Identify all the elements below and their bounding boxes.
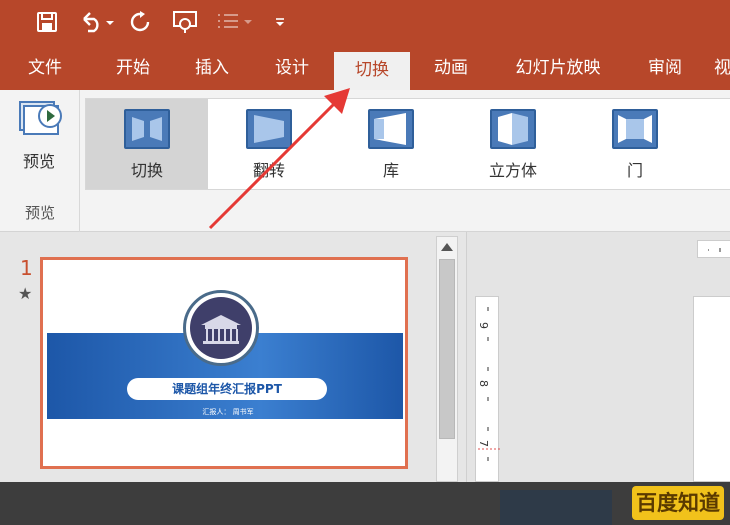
transition-cube[interactable]: 立方体: [452, 99, 574, 189]
present-icon[interactable]: [170, 6, 200, 38]
transition-cube-icon: [490, 109, 536, 149]
preview-button[interactable]: 预览: [10, 96, 68, 186]
list-icon[interactable]: [214, 6, 258, 38]
slide-number: 1: [20, 256, 33, 280]
slide-reporter: 汇报人： 周书军: [202, 408, 254, 416]
university-logo-icon: [183, 290, 259, 366]
tab-review[interactable]: 审阅: [630, 46, 700, 90]
status-bar: 百度知道: [0, 482, 730, 525]
vertical-ruler: 9 8 7: [475, 296, 500, 482]
quick-access-toolbar: [0, 0, 730, 46]
ruler-number: 7: [477, 440, 490, 447]
customize-icon[interactable]: [270, 6, 290, 38]
preview-group: 预览 预览: [0, 90, 80, 232]
tab-home[interactable]: 开始: [96, 46, 170, 90]
tab-transitions[interactable]: 切换: [334, 52, 410, 90]
slide-thumbnail-pane: 1 ★ 课题组年终汇报PPT 汇报人： 周书军: [0, 232, 462, 482]
scroll-thumb[interactable]: [439, 259, 455, 439]
status-bar-panel: [500, 490, 612, 525]
transition-switch[interactable]: 切换: [86, 99, 208, 189]
watermark: 百度知道: [632, 486, 724, 520]
redo-icon[interactable]: [126, 6, 154, 38]
transition-gallery-item[interactable]: 库: [330, 99, 452, 189]
tab-animations[interactable]: 动画: [416, 46, 486, 90]
tab-design[interactable]: 设计: [256, 46, 328, 90]
transition-flip-label: 翻转: [252, 161, 285, 180]
ribbon-tabs: 文件 开始 插入 设计 切换 动画 幻灯片放映 审阅 视: [0, 46, 730, 90]
star-icon: ★: [18, 284, 33, 303]
transition-door-label: 门: [626, 161, 643, 180]
slide-edit-pane: 9 8 7: [466, 232, 730, 482]
ribbon-panel: 预览 预览 切换 翻转 库 立方体 门: [0, 90, 730, 232]
ruler-number: 8: [477, 380, 490, 387]
tab-view[interactable]: 视: [714, 46, 730, 90]
powerpoint-window: 文件 开始 插入 设计 切换 动画 幻灯片放映 审阅 视 预览 预览 切换 翻转…: [0, 0, 730, 525]
scroll-up-arrow-icon[interactable]: [437, 237, 457, 257]
transition-door[interactable]: 门: [574, 99, 696, 189]
transition-switch-icon: [124, 109, 170, 149]
slide-thumbnail[interactable]: 课题组年终汇报PPT 汇报人： 周书军: [40, 257, 408, 469]
transition-door-icon: [612, 109, 658, 149]
transition-flip[interactable]: 翻转: [208, 99, 330, 189]
transition-gallery-icon: [368, 109, 414, 149]
transition-flip-icon: [246, 109, 292, 149]
transition-switch-label: 切换: [130, 161, 163, 180]
tab-file[interactable]: 文件: [10, 46, 80, 90]
undo-icon[interactable]: [76, 6, 116, 38]
preview-icon: [19, 101, 62, 135]
transition-gallery-label: 库: [382, 161, 399, 180]
transition-cube-label: 立方体: [488, 161, 537, 180]
workspace: 1 ★ 课题组年终汇报PPT 汇报人： 周书军 9 8 7: [0, 232, 730, 482]
slide-canvas[interactable]: [693, 296, 730, 482]
transition-gallery: 切换 翻转 库 立方体 门: [85, 98, 730, 190]
preview-group-label: 预览: [24, 204, 55, 222]
thumbnail-scrollbar[interactable]: [436, 236, 458, 482]
preview-button-label: 预览: [22, 152, 55, 171]
tab-insert[interactable]: 插入: [176, 46, 248, 90]
slide-title: 课题组年终汇报PPT: [127, 378, 327, 400]
horizontal-ruler: [697, 240, 730, 258]
tab-slideshow[interactable]: 幻灯片放映: [500, 46, 616, 90]
ruler-number: 9: [477, 322, 490, 329]
save-icon[interactable]: [32, 6, 62, 38]
